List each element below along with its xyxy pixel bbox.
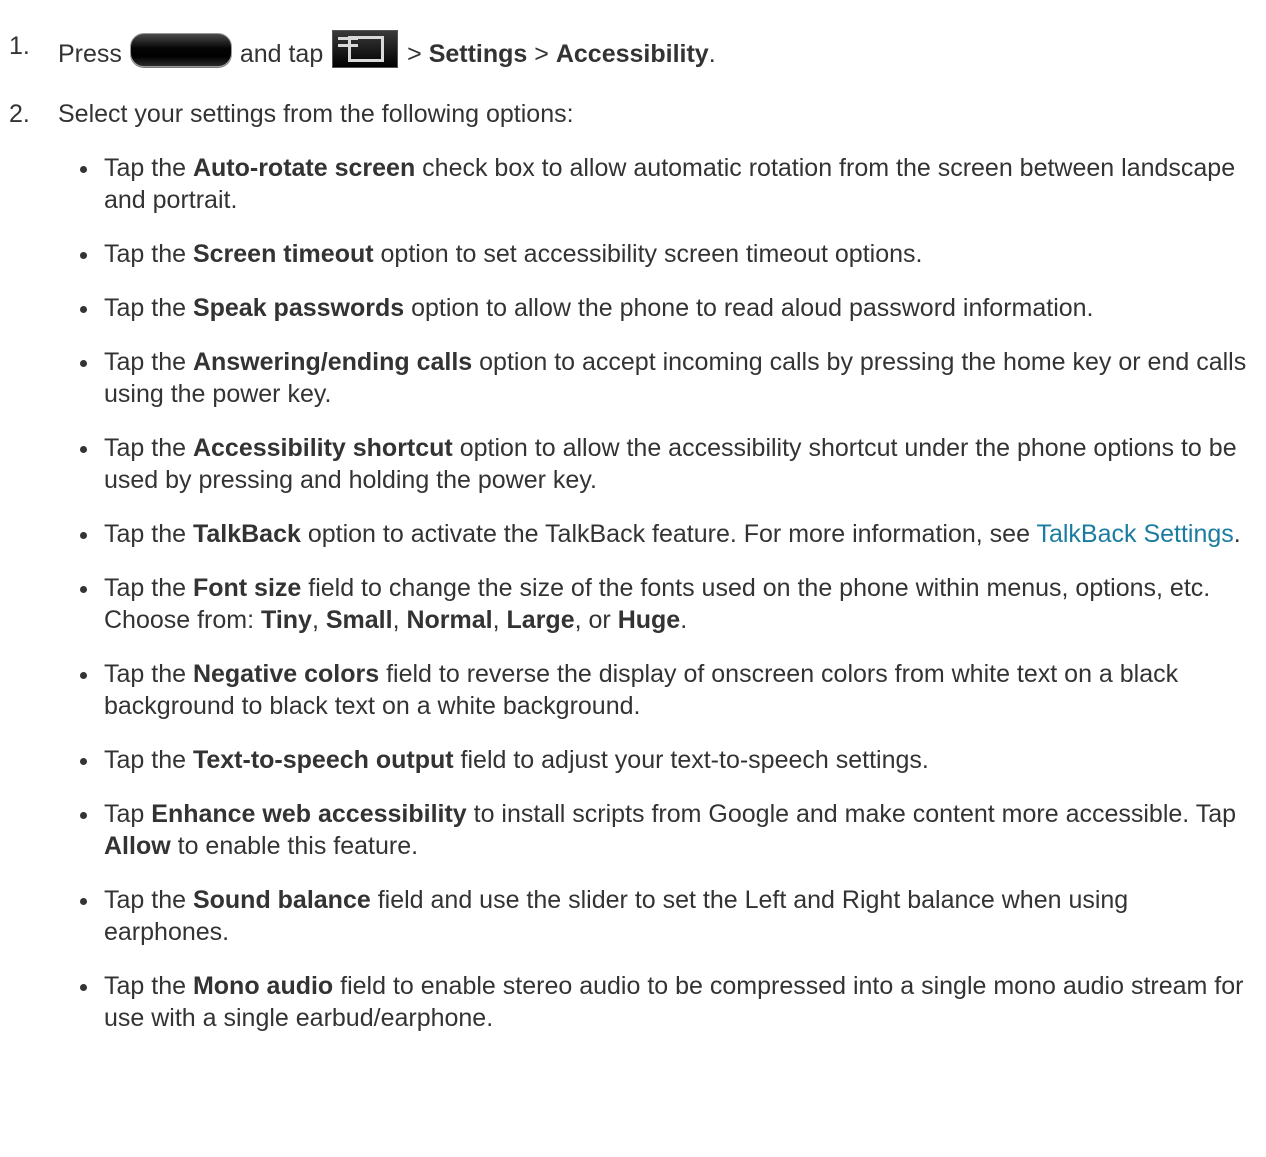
option-mono-audio: Tap the Mono audio field to enable stere… <box>0 970 1266 1034</box>
step-1: 1. Press and tap > Settings > Accessibil… <box>0 30 1266 70</box>
bullet <box>80 812 87 819</box>
option-screen-timeout: Tap the Screen timeout option to set acc… <box>0 238 1266 270</box>
bullet <box>80 758 87 765</box>
option-text: Tap the <box>104 154 193 182</box>
option-name: Answering/ending calls <box>192 348 473 376</box>
option-name: Text-to-speech output <box>192 746 454 774</box>
step-2: 2. Select your settings from the followi… <box>0 98 1266 130</box>
option-text: to install scripts from Google and make … <box>466 800 1237 828</box>
option-font-size: Tap the Font size field to change the si… <box>0 572 1266 636</box>
option-text: to enable this feature. <box>170 832 419 860</box>
option-enhance-web-accessibility: Tap Enhance web accessibility to install… <box>0 798 1266 862</box>
option-text: option to set accessibility screen timeo… <box>373 240 923 268</box>
option-speak-passwords: Tap the Speak passwords option to allow … <box>0 292 1266 324</box>
settings-label: Settings <box>428 40 528 68</box>
punctuation: , <box>392 606 407 634</box>
punctuation: . <box>708 40 716 68</box>
bullet <box>80 984 87 991</box>
option-text: Tap the <box>104 434 193 462</box>
font-size-choice: Huge <box>617 606 681 634</box>
option-name: Sound balance <box>192 886 371 914</box>
punctuation: , <box>492 606 507 634</box>
punctuation: . <box>1233 520 1241 548</box>
step-text: and tap <box>239 40 324 68</box>
option-name: Enhance web accessibility <box>151 800 467 828</box>
option-text: Tap the <box>104 574 193 602</box>
bullet <box>80 166 87 173</box>
talkback-settings-link[interactable]: TalkBack Settings <box>1036 520 1233 548</box>
accessibility-label: Accessibility <box>555 40 709 68</box>
option-answering-ending-calls: Tap the Answering/ending calls option to… <box>0 346 1266 410</box>
options-list: Tap the Auto-rotate screen check box to … <box>0 152 1266 1034</box>
font-size-choice: Large <box>506 606 575 634</box>
bullet <box>80 360 87 367</box>
bullet <box>80 898 87 905</box>
option-text: option to allow the phone to read aloud … <box>404 294 1094 322</box>
font-size-choice: Small <box>325 606 393 634</box>
option-accessibility-shortcut: Tap the Accessibility shortcut option to… <box>0 432 1266 496</box>
option-text: Tap the <box>104 972 193 1000</box>
step-text: Select your settings from the following … <box>58 100 574 128</box>
punctuation: , <box>311 606 326 634</box>
menu-key-icon <box>332 30 399 68</box>
font-size-choice: Normal <box>406 606 493 634</box>
option-negative-colors: Tap the Negative colors field to reverse… <box>0 658 1266 722</box>
option-text: Tap the <box>104 240 193 268</box>
option-auto-rotate: Tap the Auto-rotate screen check box to … <box>0 152 1266 216</box>
bullet <box>80 586 87 593</box>
instructions-page: 1. Press and tap > Settings > Accessibil… <box>0 0 1266 1157</box>
option-text: Tap the <box>104 520 193 548</box>
bullet <box>80 446 87 453</box>
font-size-choice: Tiny <box>261 606 312 634</box>
option-name: Accessibility shortcut <box>192 434 453 462</box>
option-text: option to activate the TalkBack feature.… <box>300 520 1037 548</box>
option-sound-balance: Tap the Sound balance field and use the … <box>0 884 1266 948</box>
option-name: Negative colors <box>192 660 380 688</box>
separator: > <box>407 40 422 68</box>
option-talkback: Tap the TalkBack option to activate the … <box>0 518 1266 550</box>
option-text: Tap the <box>104 746 193 774</box>
option-name: Font size <box>192 574 302 602</box>
bullet <box>80 532 87 539</box>
option-text: Tap the <box>104 348 193 376</box>
punctuation: . <box>680 606 688 634</box>
option-text-to-speech: Tap the Text-to-speech output field to a… <box>0 744 1266 776</box>
option-text: Tap the <box>104 886 193 914</box>
punctuation: , or <box>574 606 618 634</box>
option-text: Tap the <box>104 660 193 688</box>
option-name: Auto-rotate screen <box>192 154 416 182</box>
option-text: Tap <box>104 800 152 828</box>
bullet <box>80 306 87 313</box>
allow-label: Allow <box>104 832 171 860</box>
step-number: 1. <box>9 32 30 60</box>
option-name: Mono audio <box>192 972 334 1000</box>
option-name: TalkBack <box>192 520 301 548</box>
option-text: Tap the <box>104 294 193 322</box>
option-name: Speak passwords <box>192 294 405 322</box>
step-text: Press <box>58 40 122 68</box>
separator: > <box>534 40 549 68</box>
bullet <box>80 252 87 259</box>
bullet <box>80 672 87 679</box>
step-number: 2. <box>9 100 30 128</box>
option-name: Screen timeout <box>192 240 374 268</box>
home-key-icon <box>129 33 232 67</box>
option-text: field to adjust your text-to-speech sett… <box>453 746 929 774</box>
